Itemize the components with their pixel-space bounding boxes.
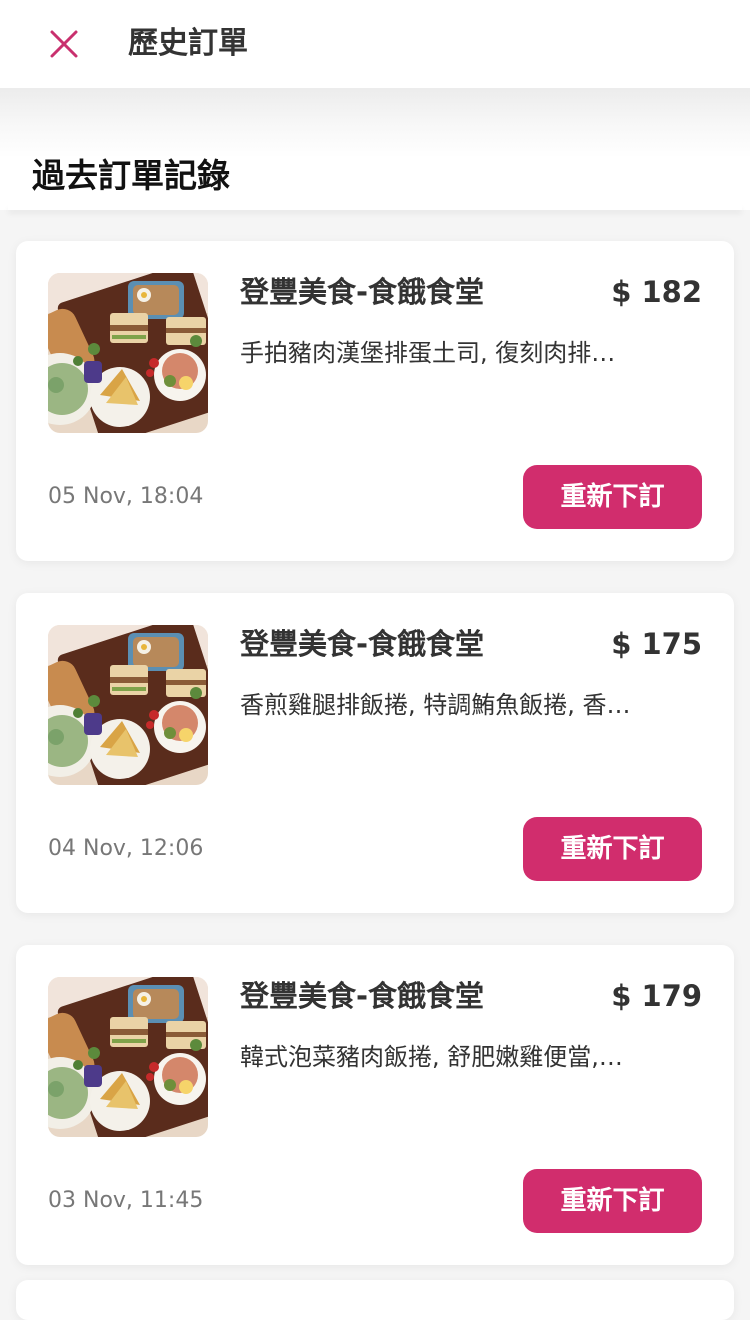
food-image	[48, 977, 208, 1137]
close-button[interactable]	[40, 22, 88, 66]
order-card[interactable]: 登豐美食-食餓食堂 $ 182 手拍豬肉漢堡排蛋土司, 復刻肉排… 05 Nov…	[16, 241, 734, 561]
food-image	[48, 273, 208, 433]
section-header: 過去訂單記錄	[0, 88, 750, 210]
close-icon	[50, 30, 78, 58]
order-price: $ 182	[611, 275, 702, 309]
reorder-button[interactable]: 重新下訂	[523, 817, 702, 881]
restaurant-name: 登豐美食-食餓食堂	[240, 627, 485, 661]
order-items: 香煎雞腿排飯捲, 特調鮪魚飯捲, 香…	[240, 691, 631, 719]
restaurant-name: 登豐美食-食餓食堂	[240, 979, 485, 1013]
app-header: 歷史訂單	[0, 0, 750, 88]
food-image	[48, 625, 208, 785]
restaurant-photo	[48, 977, 208, 1137]
order-time: 03 Nov, 11:45	[48, 1188, 204, 1213]
restaurant-name: 登豐美食-食餓食堂	[240, 275, 485, 309]
order-card[interactable]: 登豐美食-食餓食堂 $ 175 香煎雞腿排飯捲, 特調鮪魚飯捲, 香… 04 N…	[16, 593, 734, 913]
order-price: $ 175	[611, 627, 702, 661]
order-items: 韓式泡菜豬肉飯捲, 舒肥嫩雞便當,…	[240, 1043, 623, 1071]
order-card-partial[interactable]	[16, 1280, 734, 1320]
restaurant-photo	[48, 625, 208, 785]
reorder-button[interactable]: 重新下訂	[523, 1169, 702, 1233]
order-list: 登豐美食-食餓食堂 $ 182 手拍豬肉漢堡排蛋土司, 復刻肉排… 05 Nov…	[0, 210, 750, 1320]
order-card[interactable]: 登豐美食-食餓食堂 $ 179 韓式泡菜豬肉飯捲, 舒肥嫩雞便當,… 03 No…	[16, 945, 734, 1265]
restaurant-photo	[48, 273, 208, 433]
page-title: 歷史訂單	[128, 26, 248, 61]
section-title: 過去訂單記錄	[32, 156, 230, 195]
order-items: 手拍豬肉漢堡排蛋土司, 復刻肉排…	[240, 339, 616, 367]
order-time: 04 Nov, 12:06	[48, 836, 204, 861]
section-divider	[8, 204, 742, 210]
order-time: 05 Nov, 18:04	[48, 484, 204, 509]
order-price: $ 179	[611, 979, 702, 1013]
reorder-button[interactable]: 重新下訂	[523, 465, 702, 529]
